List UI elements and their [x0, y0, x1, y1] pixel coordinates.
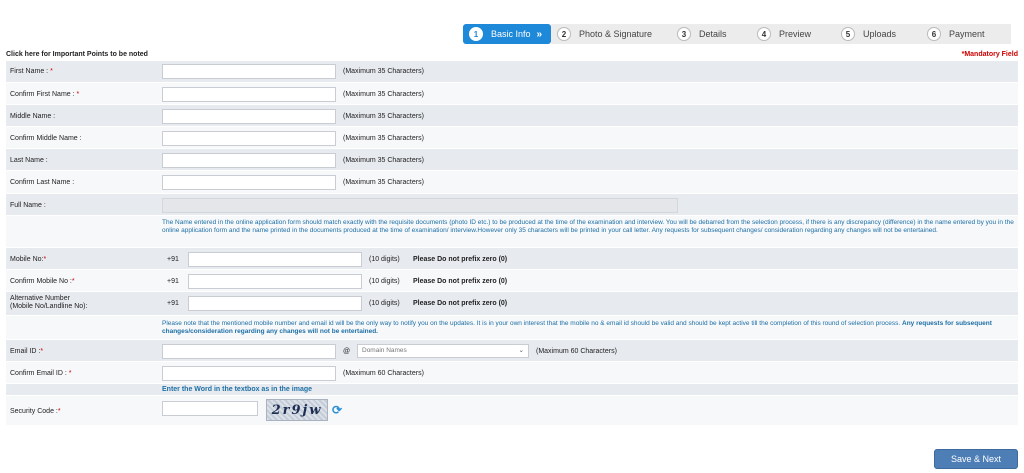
- step-number: 4: [757, 27, 771, 41]
- step-preview[interactable]: 4 Preview: [751, 24, 835, 44]
- confirm-first-name-label: Confirm First Name : *: [10, 91, 80, 98]
- step-photo-signature[interactable]: 2 Photo & Signature: [551, 24, 671, 44]
- email-hint: (Maximum 60 Characters): [536, 348, 617, 355]
- step-number: 5: [841, 27, 855, 41]
- last-name-row: Last Name : (Maximum 35 Characters): [6, 149, 1018, 171]
- confirm-last-name-row: Confirm Last Name : (Maximum 35 Characte…: [6, 171, 1018, 194]
- alt-number-row: Alternative Number (Mobile No/Landline No…: [6, 292, 1018, 316]
- step-details[interactable]: 3 Details: [671, 24, 751, 44]
- middle-name-input[interactable]: [162, 109, 336, 124]
- refresh-icon[interactable]: ⟳: [332, 403, 342, 417]
- last-name-hint: (Maximum 35 Characters): [343, 157, 424, 164]
- mandatory-field-note: *Mandatory Field: [961, 51, 1018, 58]
- last-name-input[interactable]: [162, 153, 336, 168]
- confirm-last-name-label: Confirm Last Name :: [10, 179, 75, 186]
- confirm-first-name-hint: (Maximum 35 Characters): [343, 91, 424, 98]
- email-domain-select[interactable]: Domain Names ⌄: [357, 344, 529, 358]
- name-note-row: The Name entered in the online applicati…: [6, 216, 1018, 248]
- step-number: 2: [557, 27, 571, 41]
- security-code-label: Security Code :*: [10, 408, 61, 415]
- email-domain-placeholder: Domain Names: [362, 347, 407, 354]
- step-label: Basic Info: [491, 29, 531, 39]
- step-basic-info[interactable]: 1 Basic Info »: [463, 24, 551, 44]
- confirm-mobile-input[interactable]: [188, 274, 362, 289]
- mobile-warning: Please Do not prefix zero (0): [413, 256, 508, 263]
- confirm-email-hint: (Maximum 60 Characters): [343, 370, 424, 377]
- step-uploads[interactable]: 5 Uploads: [835, 24, 921, 44]
- step-number: 1: [469, 27, 483, 41]
- country-code: +91: [167, 278, 179, 285]
- double-chevron-icon: »: [536, 28, 543, 40]
- middle-name-row: Middle Name : (Maximum 35 Characters): [6, 105, 1018, 127]
- confirm-last-name-hint: (Maximum 35 Characters): [343, 179, 424, 186]
- confirm-middle-name-label: Confirm Middle Name :: [10, 135, 82, 142]
- enter-word-row: Enter the Word in the textbox as in the …: [6, 384, 1018, 396]
- name-note: The Name entered in the online applicati…: [162, 219, 1014, 234]
- first-name-hint: (Maximum 35 Characters): [343, 68, 424, 75]
- first-name-row: First Name : * (Maximum 35 Characters): [6, 61, 1018, 83]
- alt-number-input[interactable]: [188, 296, 362, 311]
- confirm-first-name-input[interactable]: [162, 87, 336, 102]
- at-sign: @: [343, 348, 351, 355]
- mobile-label: Mobile No:*: [10, 256, 47, 263]
- important-points-link[interactable]: Click here for Important Points to be no…: [6, 51, 148, 58]
- mobile-input[interactable]: [188, 252, 362, 267]
- contact-note-row: Please note that the mentioned mobile nu…: [6, 316, 1018, 340]
- enter-word-instruction: Enter the Word in the textbox as in the …: [162, 386, 313, 393]
- contact-note: Please note that the mentioned mobile nu…: [162, 320, 992, 335]
- email-input[interactable]: [162, 344, 336, 359]
- step-label: Payment: [949, 29, 985, 39]
- captcha-image: 2r9jw: [266, 399, 328, 421]
- middle-name-hint: (Maximum 35 Characters): [343, 113, 424, 120]
- basic-info-form: First Name : * (Maximum 35 Characters) C…: [6, 61, 1018, 426]
- last-name-label: Last Name :: [10, 157, 48, 164]
- email-label: Email ID :*: [10, 348, 44, 355]
- save-next-button[interactable]: Save & Next: [934, 449, 1018, 469]
- confirm-mobile-label: Confirm Mobile No :*: [10, 278, 75, 285]
- step-label: Photo & Signature: [579, 29, 653, 39]
- confirm-email-row: Confirm Email ID : * (Maximum 60 Charact…: [6, 362, 1018, 384]
- step-label: Preview: [779, 29, 812, 39]
- step-label: Uploads: [863, 29, 897, 39]
- confirm-first-name-row: Confirm First Name : * (Maximum 35 Chara…: [6, 83, 1018, 105]
- mobile-row: Mobile No:* +91 (10 digits) Please Do no…: [6, 248, 1018, 270]
- country-code: +91: [167, 256, 179, 263]
- first-name-input[interactable]: [162, 64, 336, 79]
- full-name-label: Full Name :: [10, 202, 46, 209]
- step-number: 6: [927, 27, 941, 41]
- step-payment[interactable]: 6 Payment: [921, 24, 1011, 44]
- full-name-row: Full Name :: [6, 194, 1018, 216]
- confirm-email-label: Confirm Email ID : *: [10, 370, 72, 377]
- confirm-mobile-hint: (10 digits): [369, 278, 400, 285]
- confirm-middle-name-row: Confirm Middle Name : (Maximum 35 Charac…: [6, 127, 1018, 149]
- confirm-mobile-row: Confirm Mobile No :* +91 (10 digits) Ple…: [6, 270, 1018, 292]
- security-code-input[interactable]: [162, 401, 258, 416]
- confirm-email-input[interactable]: [162, 366, 336, 381]
- alt-number-hint: (10 digits): [369, 300, 400, 307]
- email-row: Email ID :* @ Domain Names ⌄ (Maximum 60…: [6, 340, 1018, 362]
- country-code: +91: [167, 300, 179, 307]
- progress-steps: 1 Basic Info » 2 Photo & Signature 3 Det…: [463, 24, 1011, 44]
- first-name-label: First Name : *: [10, 68, 53, 75]
- confirm-mobile-warning: Please Do not prefix zero (0): [413, 278, 508, 285]
- alt-number-label: Alternative Number (Mobile No/Landline No…: [10, 295, 88, 310]
- confirm-last-name-input[interactable]: [162, 175, 336, 190]
- step-number: 3: [677, 27, 691, 41]
- mobile-hint: (10 digits): [369, 256, 400, 263]
- confirm-middle-name-hint: (Maximum 35 Characters): [343, 135, 424, 142]
- step-label: Details: [699, 29, 727, 39]
- alt-number-warning: Please Do not prefix zero (0): [413, 300, 508, 307]
- chevron-down-icon: ⌄: [518, 347, 524, 354]
- security-code-row: Security Code :* 2r9jw ⟳: [6, 396, 1018, 426]
- middle-name-label: Middle Name :: [10, 113, 56, 120]
- full-name-input: [162, 198, 678, 213]
- confirm-middle-name-input[interactable]: [162, 131, 336, 146]
